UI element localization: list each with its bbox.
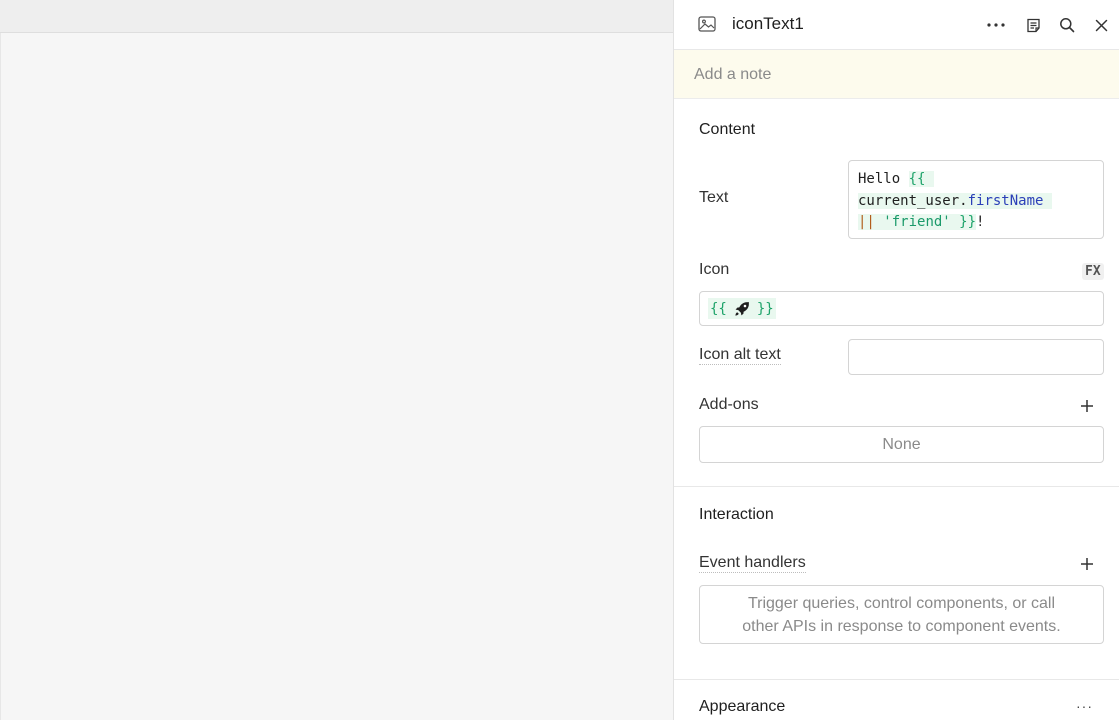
search-icon [1060, 18, 1075, 33]
docs-button[interactable] [1022, 14, 1044, 36]
inspector-panel: iconText1 Add a note Content Text Hello … [673, 0, 1119, 720]
plus-icon [1081, 558, 1093, 570]
text-code-editor[interactable]: Hello {{ current_user.firstName || 'frie… [848, 160, 1104, 239]
image-icon [698, 16, 716, 32]
close-button[interactable] [1090, 14, 1112, 36]
icon-alt-text-label-text: Icon alt text [699, 346, 781, 365]
canvas[interactable] [0, 33, 673, 720]
empty-state-line-1: Trigger queries, control components, or … [747, 595, 1056, 612]
code-dot: . [959, 192, 968, 209]
icon-open-brace: {{ [710, 300, 727, 317]
code-operator: || [858, 214, 875, 230]
empty-state-line-2: other APIs in response to component even… [742, 618, 1061, 635]
note-field[interactable]: Add a note [674, 50, 1119, 99]
icon-close-brace: }} [756, 300, 774, 317]
rocket-icon [735, 301, 749, 316]
event-handlers-empty-state: Trigger queries, control components, or … [699, 585, 1104, 644]
code-tail: ! [976, 214, 985, 230]
event-handlers-label-text: Event handlers [699, 554, 806, 573]
add-addon-button[interactable] [1077, 396, 1097, 416]
code-identifier: current_user [858, 192, 960, 209]
code-line-1: Hello {{ [858, 169, 1094, 191]
code-property: firstName [967, 192, 1044, 209]
addons-label: Add-ons [699, 396, 759, 413]
plus-icon [1081, 400, 1093, 412]
icon-label: Icon [699, 261, 730, 278]
interaction-section-title[interactable]: Interaction [699, 506, 774, 524]
canvas-area[interactable] [0, 0, 673, 720]
code-close-brace: }} [959, 214, 977, 230]
icon-input[interactable]: {{ }} [699, 291, 1104, 326]
code-open-brace: {{ [908, 171, 926, 187]
content-section-title[interactable]: Content [699, 121, 755, 139]
fx-toggle-button[interactable]: FX [1082, 263, 1104, 280]
more-options-button[interactable] [985, 14, 1007, 36]
section-divider [674, 486, 1119, 487]
search-button[interactable] [1056, 14, 1078, 36]
code-line-2: current_user.firstName [858, 191, 1094, 213]
inspector-header: iconText1 [674, 0, 1119, 50]
close-icon [1095, 19, 1107, 31]
component-name[interactable]: iconText1 [732, 14, 804, 34]
text-label: Text [699, 189, 729, 206]
icon-value-chip: {{ }} [708, 298, 776, 319]
addons-empty-state: None [699, 426, 1104, 463]
document-icon [1026, 18, 1040, 32]
note-placeholder: Add a note [694, 66, 772, 83]
code-text: Hello [858, 171, 909, 187]
add-event-handler-button[interactable] [1077, 554, 1097, 574]
canvas-toolbar [0, 0, 673, 33]
icon-alt-text-input[interactable] [848, 339, 1104, 375]
appearance-section-title[interactable]: Appearance [699, 698, 785, 716]
more-horizontal-icon [987, 23, 1005, 27]
code-string: 'friend' [883, 214, 951, 230]
icon-alt-text-label: Icon alt text [699, 346, 781, 365]
appearance-more-button[interactable]: ··· [1076, 698, 1093, 714]
event-handlers-label: Event handlers [699, 554, 806, 573]
code-line-3: || 'friend' }}! [858, 212, 1094, 234]
section-divider [674, 679, 1119, 680]
